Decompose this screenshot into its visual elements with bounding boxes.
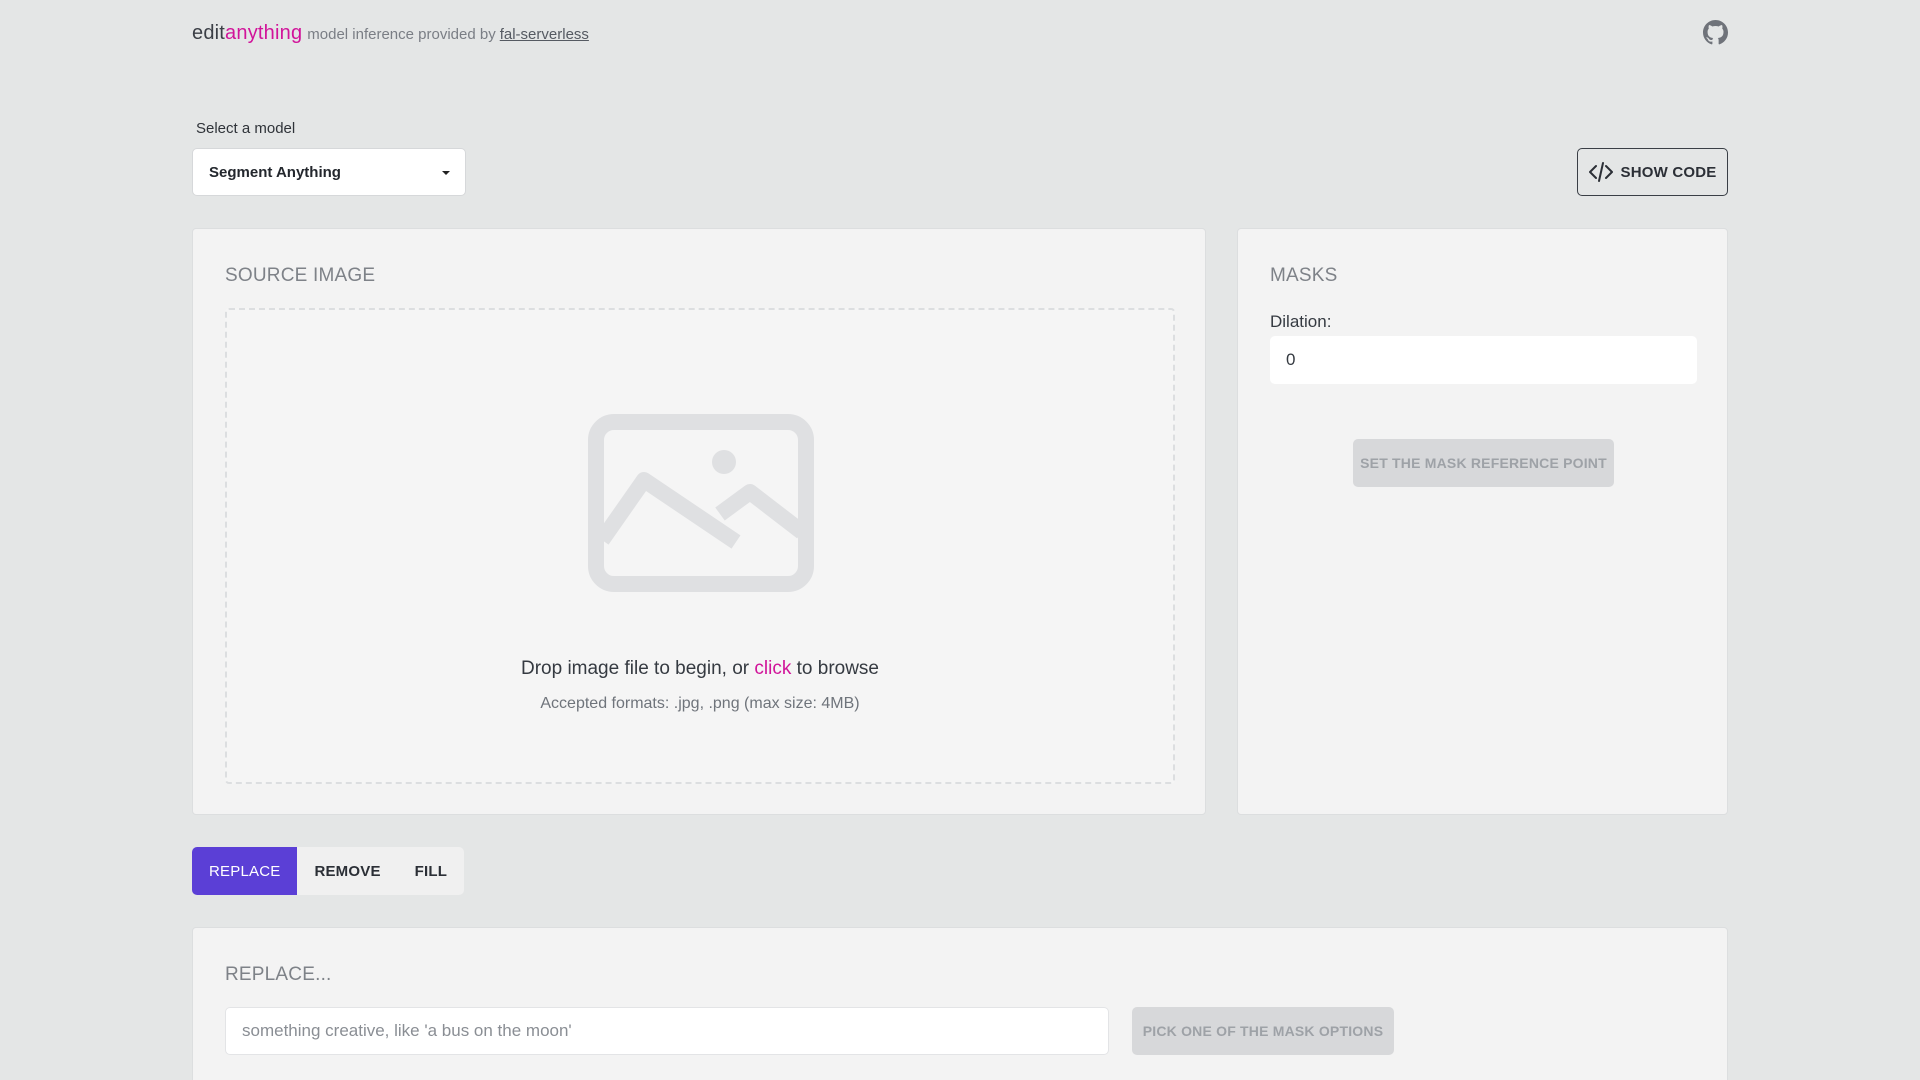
replace-card: REPLACE... PICK ONE OF THE MASK OPTIONS [192, 927, 1728, 1080]
github-icon[interactable] [1703, 20, 1728, 45]
source-image-card: SOURCE IMAGE Drop image file to begin, o… [192, 228, 1206, 815]
tab-remove[interactable]: REMOVE [297, 847, 397, 895]
image-dropzone[interactable]: Drop image file to begin, or click to br… [225, 308, 1175, 784]
brand-accent: anything [225, 21, 303, 44]
tagline-text: model inference provided by [307, 26, 496, 43]
accepted-formats: Accepted formats: .jpg, .png (max size: … [540, 695, 860, 712]
app-logo[interactable]: editanything [192, 22, 302, 45]
drop-instructions: Drop image file to begin, or click to br… [227, 658, 1173, 680]
drop-text-before: Drop image file to begin, or [520, 658, 755, 679]
browse-link[interactable]: click [754, 658, 791, 679]
tab-fill[interactable]: FILL [398, 847, 464, 895]
model-select-value: Segment Anything [209, 163, 341, 181]
dilation-label: Dilation: [1270, 312, 1332, 331]
image-placeholder-icon [588, 414, 814, 592]
pick-mask-option-button[interactable]: PICK ONE OF THE MASK OPTIONS [1132, 1007, 1394, 1055]
show-code-button[interactable]: SHOW CODE [1577, 148, 1728, 196]
replace-title: REPLACE... [225, 964, 332, 985]
set-mask-reference-button[interactable]: SET THE MASK REFERENCE POINT [1353, 439, 1614, 487]
brand-prefix: edit [192, 21, 226, 44]
fal-serverless-link[interactable]: fal-serverless [500, 26, 589, 43]
operation-tabs: REPLACE REMOVE FILL [192, 847, 465, 895]
tab-replace[interactable]: REPLACE [192, 847, 298, 895]
replace-prompt-input[interactable] [225, 1007, 1109, 1055]
app-container: editanything model inference provided by… [192, 0, 1728, 1080]
masks-title: MASKS [1270, 265, 1338, 286]
tagline: model inference provided by fal-serverles… [307, 26, 589, 43]
dilation-input[interactable] [1270, 336, 1697, 384]
masks-card: MASKS Dilation: SET THE MASK REFERENCE P… [1237, 228, 1728, 815]
show-code-label: SHOW CODE [1620, 163, 1717, 181]
header: editanything model inference provided by… [192, 20, 1728, 46]
drop-text-after: to browse [791, 658, 879, 679]
model-select-label: Select a model [196, 120, 296, 137]
code-icon [1588, 162, 1613, 182]
caret-down-icon [442, 171, 450, 175]
model-select[interactable]: Segment Anything [192, 148, 466, 196]
source-image-title: SOURCE IMAGE [225, 265, 376, 286]
